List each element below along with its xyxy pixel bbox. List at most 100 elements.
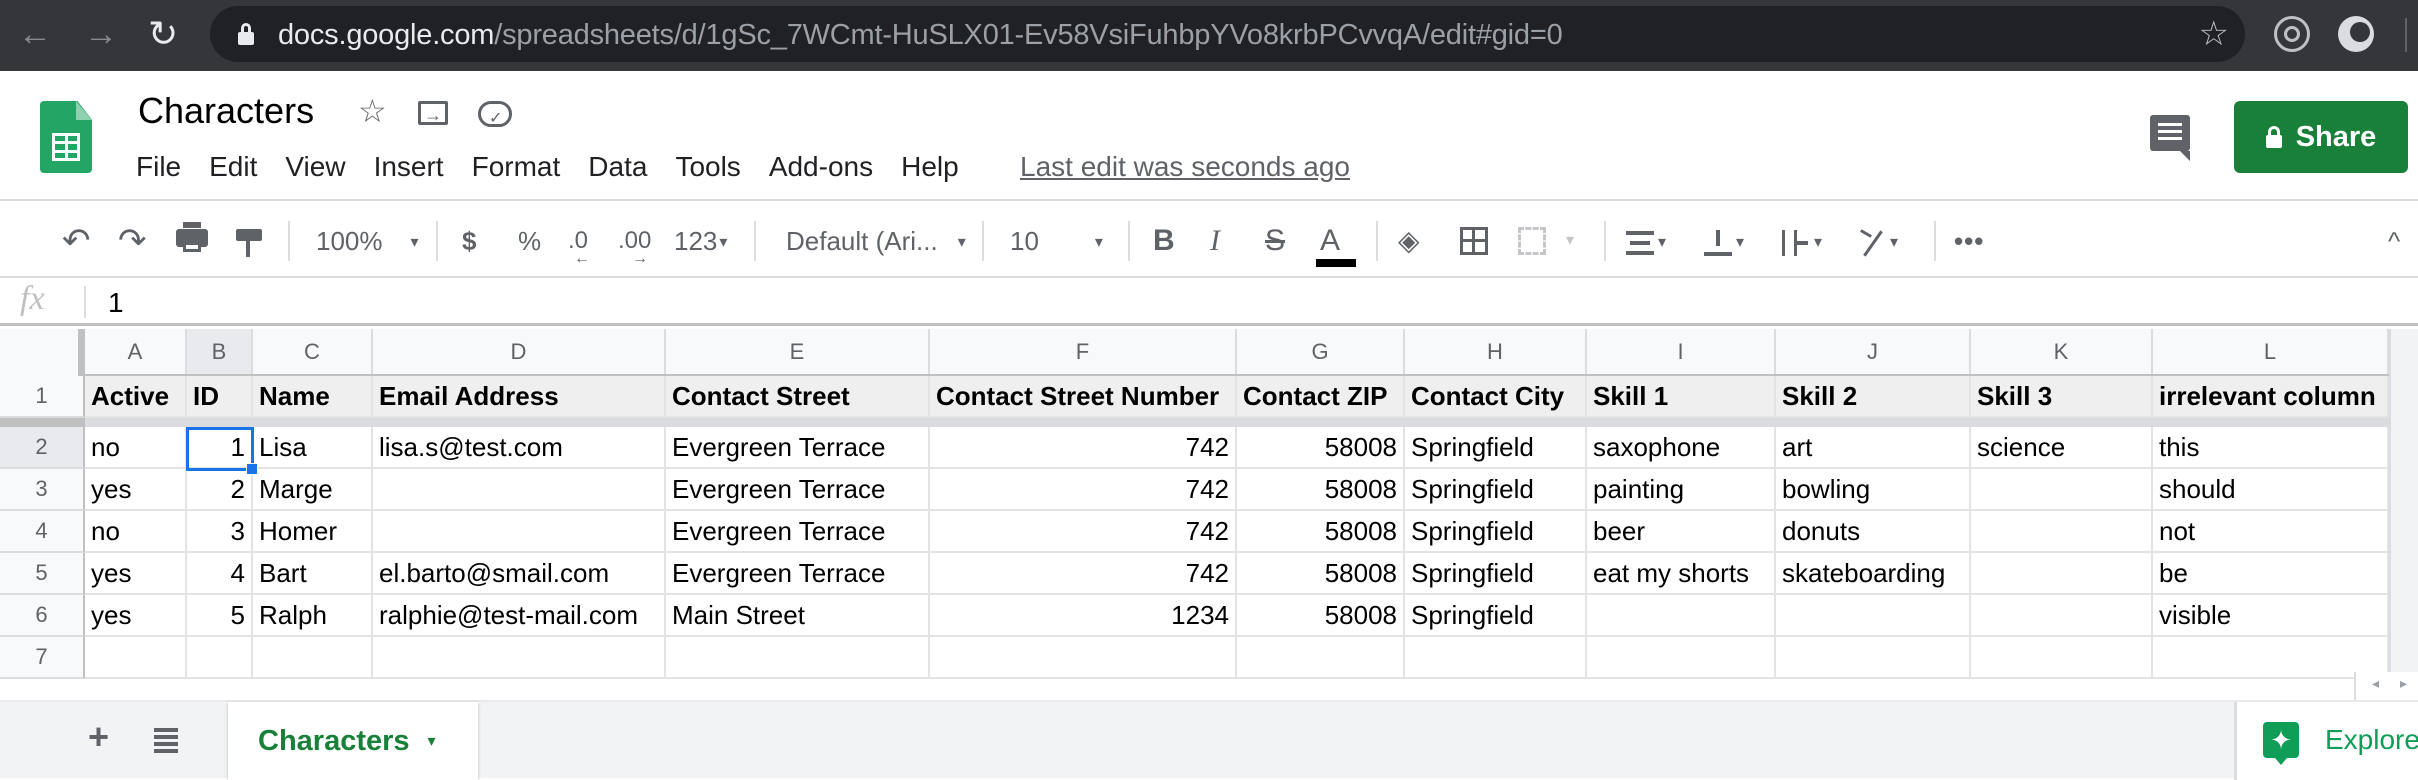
undo-icon[interactable]: ↶	[62, 221, 91, 261]
cell[interactable]: 58008	[1237, 595, 1405, 637]
chevron-down-icon[interactable]: ▾	[1566, 221, 1574, 261]
cell[interactable]: 742	[930, 511, 1237, 553]
redo-icon[interactable]: ↷	[118, 221, 147, 261]
cell[interactable]	[373, 511, 666, 553]
cell[interactable]: eat my shorts	[1587, 553, 1776, 595]
cell[interactable]: 742	[930, 469, 1237, 511]
header-cell[interactable]: Email Address	[373, 376, 666, 418]
header-cell[interactable]: Contact Street	[666, 376, 930, 418]
explore-button[interactable]: ✦ Explore	[2234, 702, 2418, 780]
cell[interactable]: 58008	[1237, 469, 1405, 511]
header-cell[interactable]: Contact City	[1405, 376, 1587, 418]
font-size-select[interactable]: 10 ▾	[1010, 221, 1103, 261]
bookmark-star-icon[interactable]: ☆	[2199, 14, 2229, 54]
share-button[interactable]: Share	[2234, 101, 2408, 173]
column-header-b[interactable]: B	[187, 329, 253, 374]
cell[interactable]: 58008	[1237, 427, 1405, 469]
currency-format-button[interactable]: $	[462, 221, 476, 261]
cell[interactable]: Evergreen Terrace	[666, 427, 930, 469]
more-icon[interactable]: •••	[1954, 221, 1984, 261]
all-sheets-list-icon[interactable]	[154, 728, 178, 754]
fill-handle[interactable]	[246, 463, 258, 475]
cell[interactable]: 3	[187, 511, 253, 553]
comment-history-icon[interactable]	[2150, 115, 2190, 161]
profile-extension-icon[interactable]	[2338, 16, 2374, 52]
cell[interactable]: Marge	[253, 469, 373, 511]
cell[interactable]: Main Street	[666, 595, 930, 637]
cell[interactable]: Lisa	[253, 427, 373, 469]
menu-data[interactable]: Data	[588, 150, 661, 184]
cell[interactable]	[1587, 595, 1776, 637]
cell[interactable]: lisa.s@test.com	[373, 427, 666, 469]
text-wrapping-button[interactable]: ▾	[1782, 221, 1822, 261]
cell[interactable]	[1971, 637, 2153, 679]
cell[interactable]: saxophone	[1587, 427, 1776, 469]
cell[interactable]: should	[2153, 469, 2389, 511]
italic-button[interactable]: I	[1210, 221, 1220, 261]
collapse-toolbar-icon[interactable]: ^	[2388, 221, 2400, 261]
cell[interactable]: yes	[85, 553, 187, 595]
cell[interactable]: 1234	[930, 595, 1237, 637]
select-all-corner[interactable]	[0, 329, 85, 376]
menu-file[interactable]: File	[136, 150, 195, 184]
address-bar[interactable]: docs.google.com/spreadsheets/d/1gSc_7WCm…	[210, 6, 2245, 62]
cell[interactable]: yes	[85, 595, 187, 637]
back-arrow-icon[interactable]: ←	[18, 14, 52, 54]
row-header-5[interactable]: 5	[0, 553, 85, 595]
menu-insert[interactable]: Insert	[374, 150, 458, 184]
menu-help[interactable]: Help	[901, 150, 973, 184]
cell[interactable]: Springfield	[1405, 469, 1587, 511]
spreadsheet-grid[interactable]: A B C D E F G H I J K L 1 2 3 4 5 6 7 Active ID Name Email Add…	[0, 329, 2418, 700]
cell[interactable]: Homer	[253, 511, 373, 553]
freeze-handle[interactable]	[0, 418, 85, 427]
cell[interactable]	[373, 637, 666, 679]
column-header-l[interactable]: L	[2153, 329, 2389, 374]
row-header-3[interactable]: 3	[0, 469, 85, 511]
cell[interactable]: science	[1971, 427, 2153, 469]
borders-icon[interactable]	[1460, 227, 1488, 255]
header-cell[interactable]: Contact Street Number	[930, 376, 1237, 418]
cell[interactable]	[1971, 469, 2153, 511]
cell[interactable]: yes	[85, 469, 187, 511]
more-formats-select[interactable]: 123 ▾	[674, 221, 727, 261]
header-cell[interactable]: Skill 3	[1971, 376, 2153, 418]
cell[interactable]	[1776, 595, 1971, 637]
menu-addons[interactable]: Add-ons	[769, 150, 887, 184]
header-cell[interactable]: Name	[253, 376, 373, 418]
cell[interactable]: Evergreen Terrace	[666, 469, 930, 511]
chevron-down-icon[interactable]: ▾	[428, 731, 436, 751]
column-header-a[interactable]: A	[85, 329, 187, 374]
cell[interactable]: skateboarding	[1776, 553, 1971, 595]
cell[interactable]: Evergreen Terrace	[666, 511, 930, 553]
cell[interactable]: Springfield	[1405, 427, 1587, 469]
cell[interactable]: art	[1776, 427, 1971, 469]
document-title[interactable]: Characters	[138, 89, 314, 133]
cell[interactable]: no	[85, 511, 187, 553]
cell[interactable]: 742	[930, 427, 1237, 469]
cell[interactable]	[253, 637, 373, 679]
cell[interactable]: 5	[187, 595, 253, 637]
strikethrough-button[interactable]: S	[1265, 221, 1285, 261]
column-header-h[interactable]: H	[1405, 329, 1587, 374]
cell[interactable]	[373, 469, 666, 511]
cell[interactable]	[1971, 511, 2153, 553]
fill-color-icon[interactable]: ◈	[1398, 221, 1420, 261]
column-header-d[interactable]: D	[373, 329, 666, 374]
header-cell[interactable]: irrelevant column	[2153, 376, 2389, 418]
cell[interactable]: 2	[187, 469, 253, 511]
vertical-scrollbar[interactable]	[2389, 329, 2418, 672]
cell[interactable]: Evergreen Terrace	[666, 553, 930, 595]
row-header-2[interactable]: 2	[0, 427, 85, 469]
bold-button[interactable]: B	[1153, 221, 1175, 261]
header-cell[interactable]: Skill 1	[1587, 376, 1776, 418]
horizontal-align-button[interactable]: ▾	[1626, 221, 1666, 261]
cell[interactable]	[187, 637, 253, 679]
column-header-f[interactable]: F	[930, 329, 1237, 374]
header-cell[interactable]: ID	[187, 376, 253, 418]
menu-view[interactable]: View	[285, 150, 359, 184]
cloud-saved-icon[interactable]	[478, 101, 512, 137]
last-edit-link[interactable]: Last edit was seconds ago	[1020, 150, 1350, 184]
column-header-i[interactable]: I	[1587, 329, 1776, 374]
cell[interactable]: be	[2153, 553, 2389, 595]
row-header-7[interactable]: 7	[0, 637, 85, 679]
